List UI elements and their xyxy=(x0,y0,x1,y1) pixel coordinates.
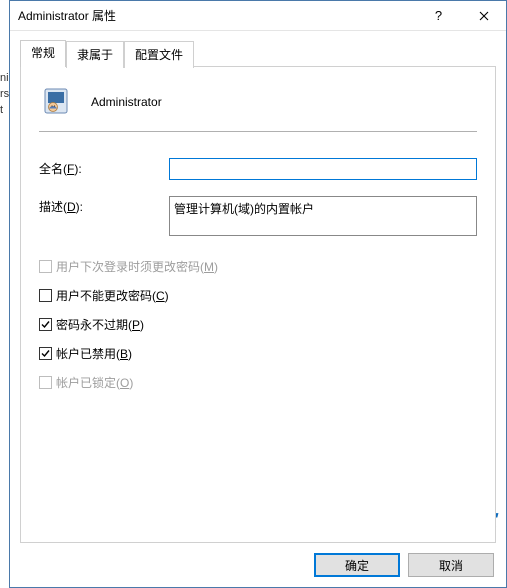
cancel-button[interactable]: 取消 xyxy=(408,553,494,577)
tab-strip: 常规 隶属于 配置文件 xyxy=(20,39,496,66)
titlebar: Administrator 属性 ? xyxy=(10,1,506,31)
dialog-buttons: 确定 取消 xyxy=(20,543,496,577)
separator xyxy=(39,131,477,132)
client-area: 常规 隶属于 配置文件 Administrator xyxy=(10,31,506,587)
must-change-label: 用户下次登录时须更改密码(M) xyxy=(56,258,218,275)
account-locked-checkbox xyxy=(39,376,52,389)
user-display-name: Administrator xyxy=(91,95,162,109)
description-row: 描述(D): 管理计算机(域)的内置帐户 xyxy=(39,196,477,236)
account-disabled-label: 帐户已禁用(B) xyxy=(56,345,132,362)
fullname-row: 全名(F): xyxy=(39,158,477,180)
never-expire-label: 密码永不过期(P) xyxy=(56,316,144,333)
fullname-label: 全名(F): xyxy=(39,158,169,177)
background-fragment: ni rs t xyxy=(0,0,9,588)
account-disabled-row: 帐户已禁用(B) xyxy=(39,345,477,362)
user-header: Administrator xyxy=(39,85,477,119)
cannot-change-label: 用户不能更改密码(C) xyxy=(56,287,169,304)
cannot-change-checkbox[interactable] xyxy=(39,289,52,302)
properties-dialog: Administrator 属性 ? 常规 隶属于 配置文件 xyxy=(9,0,507,588)
close-button[interactable] xyxy=(461,1,506,30)
description-input[interactable]: 管理计算机(域)的内置帐户 xyxy=(169,196,477,236)
account-disabled-checkbox[interactable] xyxy=(39,347,52,360)
tab-general[interactable]: 常规 xyxy=(20,40,66,67)
tab-profile[interactable]: 配置文件 xyxy=(124,41,194,68)
never-expire-checkbox[interactable] xyxy=(39,318,52,331)
must-change-row: 用户下次登录时须更改密码(M) xyxy=(39,258,477,275)
close-icon xyxy=(479,11,489,21)
never-expire-row: 密码永不过期(P) xyxy=(39,316,477,333)
tab-member-of[interactable]: 隶属于 xyxy=(66,41,124,68)
description-label: 描述(D): xyxy=(39,196,169,215)
tab-panel-general: Administrator 全名(F): 描述(D): 管理计算机(域)的内置帐… xyxy=(20,66,496,543)
fullname-input[interactable] xyxy=(169,158,477,180)
account-locked-row: 帐户已锁定(O) xyxy=(39,374,477,391)
account-locked-label: 帐户已锁定(O) xyxy=(56,374,133,391)
cannot-change-row: 用户不能更改密码(C) xyxy=(39,287,477,304)
window-title: Administrator 属性 xyxy=(10,7,416,24)
checkbox-group: 用户下次登录时须更改密码(M) 用户不能更改密码(C) xyxy=(39,258,477,391)
help-button[interactable]: ? xyxy=(416,1,461,30)
user-icon xyxy=(39,85,73,119)
ok-button[interactable]: 确定 xyxy=(314,553,400,577)
must-change-checkbox xyxy=(39,260,52,273)
